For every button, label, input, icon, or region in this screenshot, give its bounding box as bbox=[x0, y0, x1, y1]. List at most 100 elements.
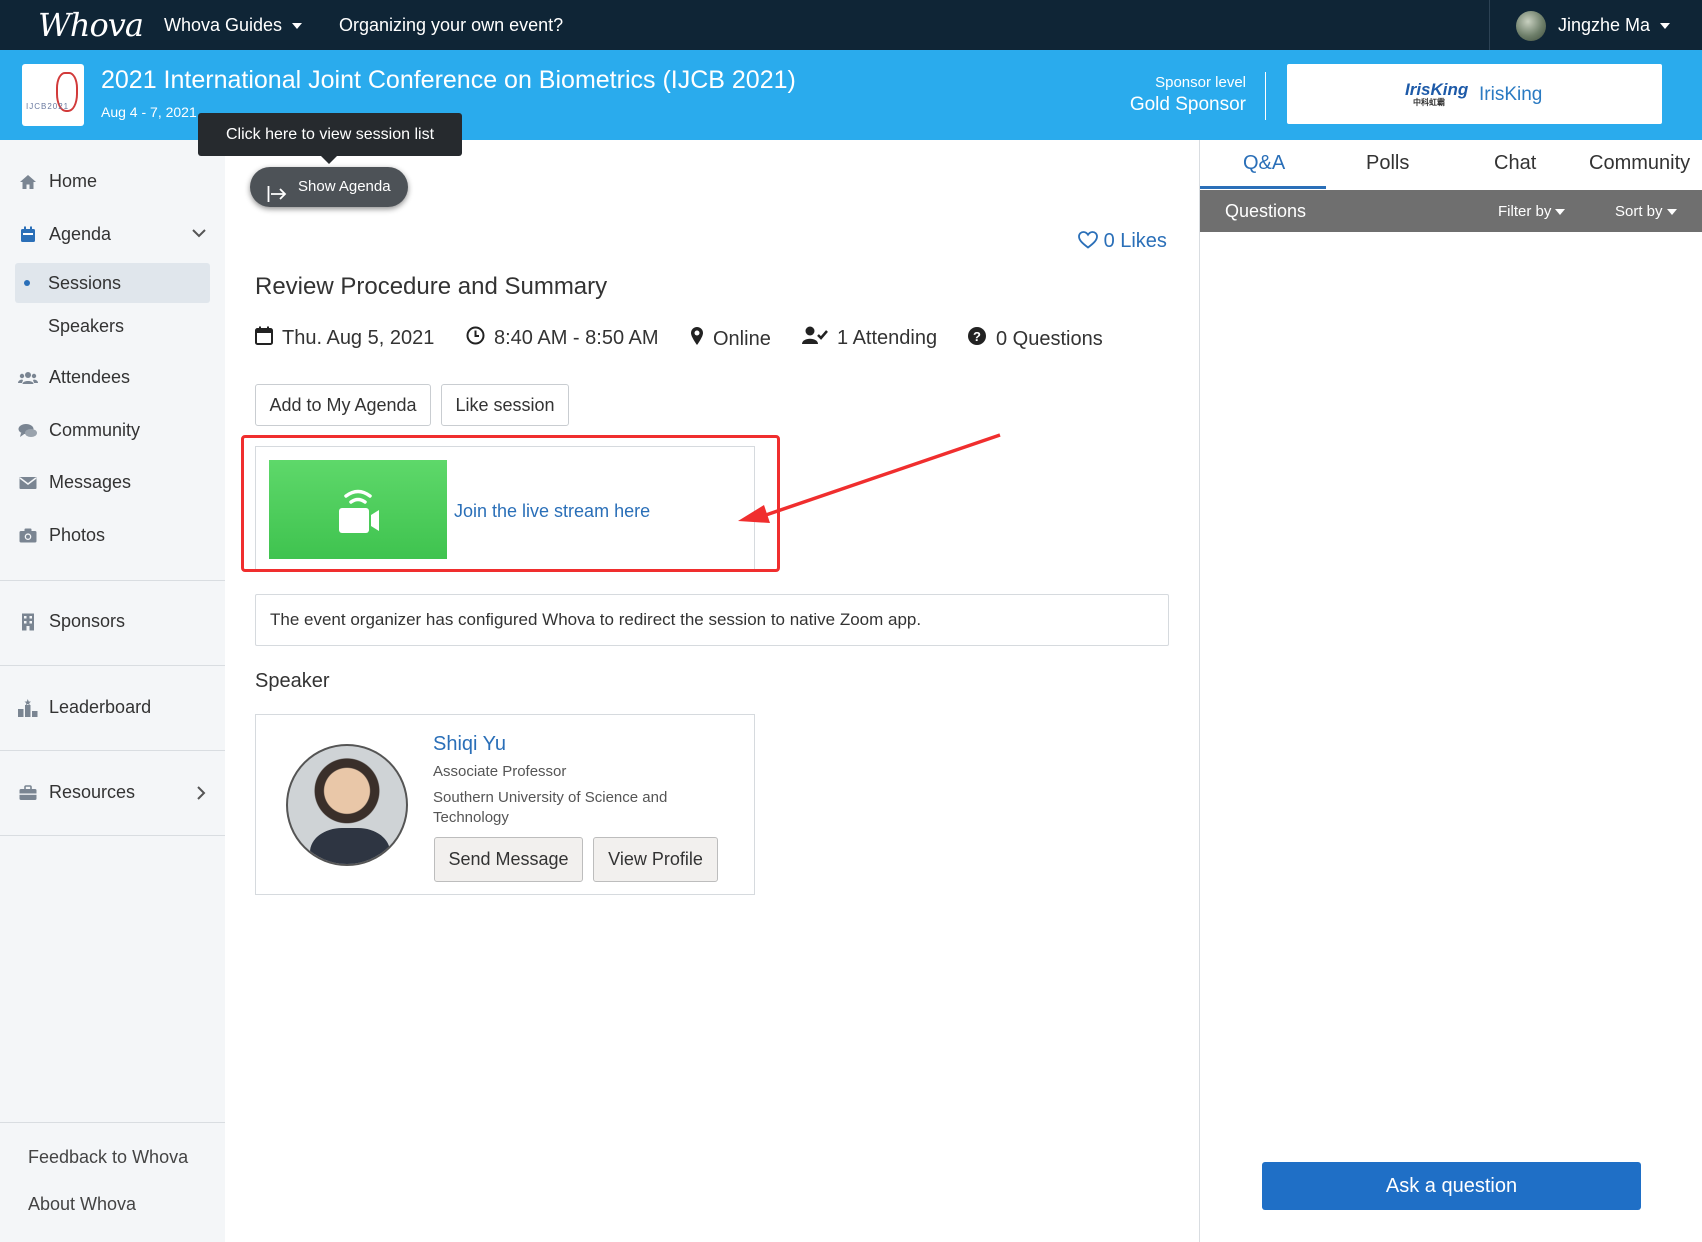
camera-icon bbox=[18, 526, 38, 546]
comments-icon bbox=[18, 421, 38, 441]
sidebar-item-agenda[interactable]: Agenda bbox=[18, 224, 111, 245]
speaker-role: Associate Professor bbox=[433, 763, 567, 780]
calendar-icon bbox=[18, 225, 38, 245]
tab-chat[interactable]: Chat bbox=[1494, 152, 1536, 175]
sidebar-item-label: Leaderboard bbox=[49, 697, 152, 717]
sidebar-item-label: Sponsors bbox=[49, 611, 126, 631]
event-logo: IJCB2021 bbox=[22, 64, 84, 126]
questions-title: Questions bbox=[1225, 201, 1307, 221]
sponsor-logo: IrisKing 中科虹霸 bbox=[1405, 80, 1468, 108]
sidebar-divider bbox=[0, 1122, 225, 1123]
sort-by-label: Sort by bbox=[1615, 203, 1663, 220]
filter-by-dropdown[interactable]: Filter by bbox=[1498, 203, 1566, 220]
page-title: Review Procedure and Summary bbox=[255, 273, 608, 300]
sidebar-divider bbox=[0, 835, 225, 836]
question-circle-icon: ? bbox=[967, 326, 987, 352]
expand-panel-icon bbox=[267, 178, 287, 218]
sidebar-item-home[interactable]: Home bbox=[18, 171, 97, 192]
session-location-text: Online bbox=[713, 327, 771, 350]
chevron-down-icon[interactable] bbox=[191, 226, 207, 244]
feedback-link[interactable]: Feedback to Whova bbox=[28, 1147, 188, 1168]
organizing-link[interactable]: Organizing your own event? bbox=[339, 15, 563, 36]
ask-question-button[interactable]: Ask a question bbox=[1262, 1162, 1641, 1210]
sidebar-item-sponsors[interactable]: Sponsors bbox=[18, 611, 125, 632]
likes-link[interactable]: 0 Likes bbox=[1078, 230, 1167, 253]
session-location: Online bbox=[690, 326, 771, 352]
briefcase-icon bbox=[18, 783, 38, 803]
sidebar-item-speakers[interactable]: Speakers bbox=[15, 306, 210, 346]
sponsor-divider bbox=[1265, 72, 1266, 120]
sidebar-item-label: Resources bbox=[49, 782, 136, 802]
session-list-tooltip: Click here to view session list bbox=[198, 113, 462, 164]
map-marker-icon bbox=[690, 326, 704, 352]
event-logo-text: IJCB2021 bbox=[26, 102, 70, 111]
sidebar-item-label: Messages bbox=[49, 472, 132, 492]
users-icon bbox=[18, 368, 38, 388]
leaderboard-icon bbox=[18, 698, 38, 718]
chevron-down-icon bbox=[1660, 23, 1671, 30]
sidebar-item-label: Attendees bbox=[49, 367, 131, 387]
send-message-button[interactable]: Send Message bbox=[434, 837, 583, 882]
speaker-organization: Southern University of Science and Techn… bbox=[433, 789, 668, 826]
sidebar-item-resources[interactable]: Resources bbox=[18, 782, 135, 803]
sidebar-item-label: Agenda bbox=[49, 224, 112, 244]
likes-count: 0 Likes bbox=[1103, 230, 1167, 252]
engagement-panel: Q&A Polls Chat Community Questions Filte… bbox=[1199, 140, 1702, 1242]
user-menu[interactable]: Jingzhe Ma bbox=[1489, 0, 1702, 50]
sponsor-level-label: Sponsor level bbox=[1155, 74, 1246, 91]
sort-by-dropdown[interactable]: Sort by bbox=[1615, 203, 1677, 220]
sidebar-divider bbox=[0, 665, 225, 666]
tab-community[interactable]: Community bbox=[1589, 152, 1690, 175]
filter-by-label: Filter by bbox=[1498, 203, 1552, 220]
session-date-text: Thu. Aug 5, 2021 bbox=[282, 327, 435, 349]
home-icon bbox=[18, 172, 38, 192]
sidebar: Home Agenda Sessions Speakers Attendees … bbox=[0, 140, 225, 1242]
speaker-heading: Speaker bbox=[255, 670, 330, 692]
avatar[interactable] bbox=[286, 744, 408, 866]
event-title: 2021 International Joint Conference on B… bbox=[101, 66, 796, 94]
user-check-icon bbox=[802, 326, 828, 350]
session-date: Thu. Aug 5, 2021 bbox=[255, 326, 434, 351]
view-profile-button[interactable]: View Profile bbox=[593, 837, 718, 882]
sponsor-banner[interactable]: IrisKing 中科虹霸 IrisKing bbox=[1287, 64, 1662, 124]
tab-qa[interactable]: Q&A bbox=[1243, 152, 1285, 175]
sidebar-item-label: Community bbox=[49, 420, 141, 440]
user-name: Jingzhe Ma bbox=[1558, 15, 1651, 35]
heart-icon bbox=[1078, 230, 1104, 252]
like-session-button[interactable]: Like session bbox=[441, 384, 569, 426]
sidebar-item-attendees[interactable]: Attendees bbox=[18, 367, 130, 388]
avatar bbox=[1516, 11, 1546, 41]
show-agenda-button[interactable]: Show Agenda bbox=[250, 167, 408, 207]
sidebar-divider bbox=[0, 580, 225, 581]
speaker-card: Shiqi Yu Associate Professor Southern Un… bbox=[255, 714, 755, 895]
chevron-down-icon bbox=[292, 23, 303, 30]
chevron-right-icon[interactable] bbox=[195, 785, 207, 806]
sidebar-item-label: Home bbox=[49, 171, 98, 191]
about-link[interactable]: About Whova bbox=[28, 1194, 136, 1215]
sponsor-name: IrisKing bbox=[1479, 84, 1543, 105]
questions-header: Questions Filter by Sort by bbox=[1200, 190, 1702, 232]
clock-icon bbox=[466, 326, 485, 351]
svg-text:?: ? bbox=[973, 329, 981, 344]
tab-polls[interactable]: Polls bbox=[1366, 152, 1409, 175]
sidebar-item-photos[interactable]: Photos bbox=[18, 525, 105, 546]
whova-logo[interactable]: Whova bbox=[38, 6, 144, 44]
whova-guides-menu[interactable]: Whova Guides bbox=[164, 15, 303, 36]
chevron-down-icon bbox=[1666, 209, 1677, 216]
active-tab-indicator bbox=[1200, 186, 1326, 189]
sidebar-item-sessions[interactable]: Sessions bbox=[15, 263, 210, 303]
session-time-text: 8:40 AM - 8:50 AM bbox=[494, 327, 659, 349]
sponsor-level-value: Gold Sponsor bbox=[1129, 94, 1246, 115]
top-nav: Whova Whova Guides Organizing your own e… bbox=[0, 0, 1702, 50]
sidebar-item-label: Photos bbox=[49, 525, 106, 545]
event-dates: Aug 4 - 7, 2021 bbox=[101, 104, 197, 120]
chevron-down-icon bbox=[1555, 209, 1566, 216]
add-to-agenda-button[interactable]: Add to My Agenda bbox=[255, 384, 431, 426]
sidebar-item-community[interactable]: Community bbox=[18, 420, 140, 441]
calendar-icon bbox=[255, 326, 273, 351]
speaker-name-link[interactable]: Shiqi Yu bbox=[433, 733, 506, 756]
sidebar-item-messages[interactable]: Messages bbox=[18, 472, 131, 493]
session-time: 8:40 AM - 8:50 AM bbox=[466, 326, 659, 351]
sidebar-item-leaderboard[interactable]: Leaderboard bbox=[18, 697, 151, 718]
sidebar-divider bbox=[0, 750, 225, 751]
